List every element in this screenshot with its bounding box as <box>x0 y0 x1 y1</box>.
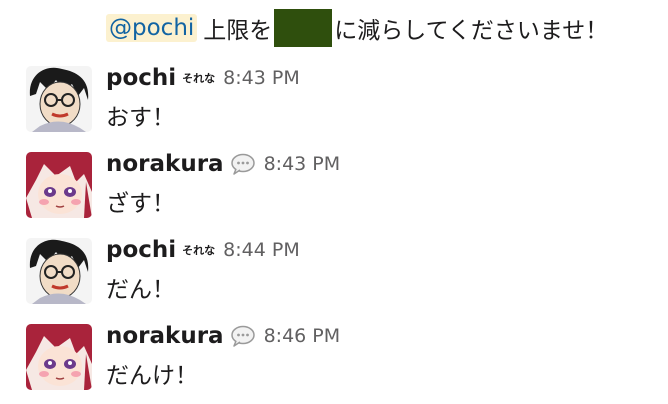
avatar-norakura[interactable] <box>26 152 92 218</box>
timestamp[interactable]: 8:43 PM <box>223 67 300 89</box>
speech-bubble-icon[interactable] <box>230 153 256 175</box>
message-text-before: 上限を <box>203 18 273 44</box>
timestamp[interactable]: 8:46 PM <box>264 325 341 347</box>
timestamp[interactable]: 8:43 PM <box>264 153 341 175</box>
sender-name[interactable]: norakura <box>106 151 224 177</box>
avatar-pochi[interactable] <box>26 238 92 304</box>
sender-name[interactable]: pochi <box>106 237 176 263</box>
sender-name[interactable]: pochi <box>106 65 176 91</box>
speech-bubble-icon[interactable] <box>230 325 256 347</box>
avatar-pochi[interactable] <box>26 66 92 132</box>
message-item: pochi それな 8:44 PM だん！ <box>0 232 668 318</box>
message-text: だんけ！ <box>106 363 198 389</box>
timestamp[interactable]: 8:44 PM <box>223 239 300 261</box>
sender-name[interactable]: norakura <box>106 323 224 349</box>
message-text: おす！ <box>106 105 175 131</box>
message-text-after: に減らしてくださいませ！ <box>334 18 609 44</box>
message-item: norakura 8:43 PM ざす！ <box>0 146 668 232</box>
message-text: だん！ <box>106 277 175 303</box>
status-text: それな <box>182 244 216 257</box>
status-emoji[interactable]: それな <box>182 242 215 258</box>
avatar-norakura[interactable] <box>26 324 92 390</box>
message-item: pochi それな 8:43 PM おす！ <box>0 60 668 146</box>
status-emoji[interactable]: それな <box>182 70 215 86</box>
status-text: それな <box>182 72 216 85</box>
redaction-block <box>274 9 333 47</box>
message-item: norakura 8:46 PM だんけ！ <box>0 318 668 404</box>
user-mention[interactable]: @pochi <box>106 14 198 42</box>
message-text: ざす！ <box>106 191 175 217</box>
top-message: @pochi 上限を に減らしてくださいませ！ <box>106 8 608 48</box>
